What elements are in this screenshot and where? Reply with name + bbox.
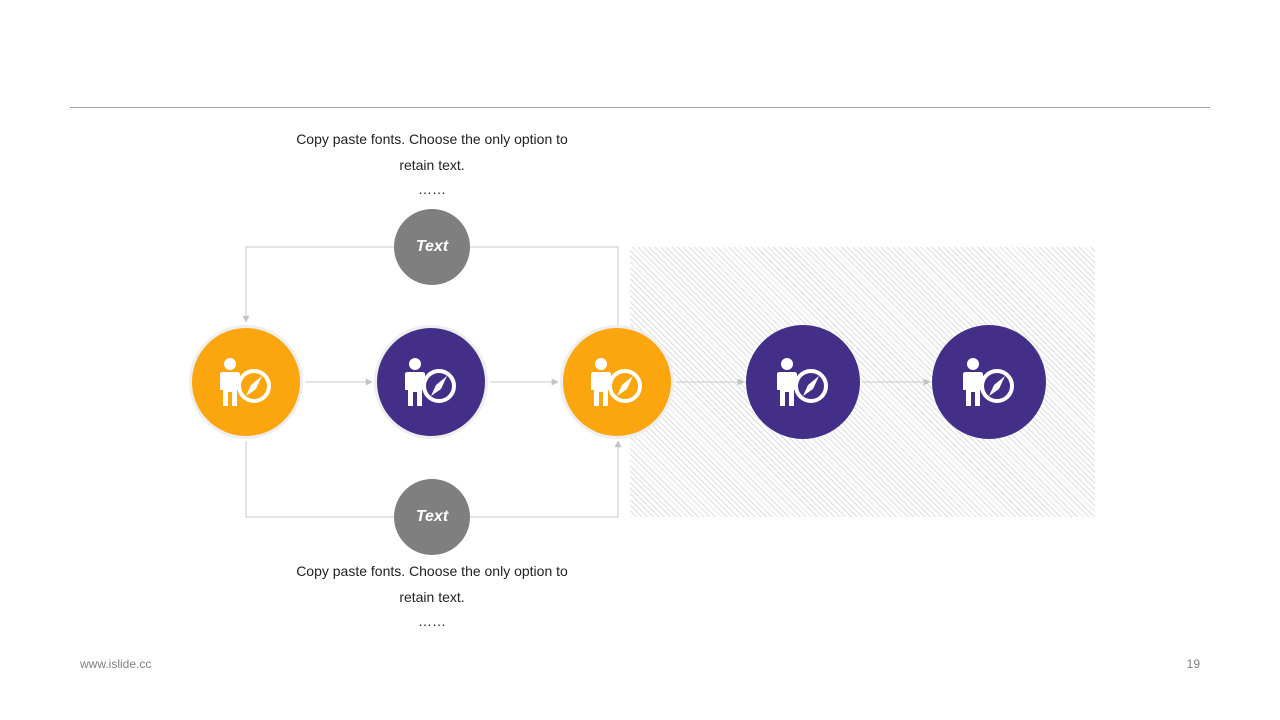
- bottom-caption-line1: Copy paste fonts. Choose the only option…: [296, 563, 568, 579]
- page-number: 19: [1186, 657, 1200, 671]
- top-text-label: Text: [394, 209, 470, 285]
- process-node-1: [189, 325, 303, 439]
- process-node-2: [374, 325, 488, 439]
- footer-website: www.islide.cc: [80, 657, 152, 671]
- process-node-5: [932, 325, 1046, 439]
- top-caption: Copy paste fonts. Choose the only option…: [272, 126, 592, 200]
- top-caption-line1: Copy paste fonts. Choose the only option…: [296, 131, 568, 147]
- businessman-compass-icon: [216, 352, 276, 412]
- businessman-compass-icon: [401, 352, 461, 412]
- bottom-caption-line2: retain text.: [399, 589, 465, 605]
- businessman-compass-icon: [959, 352, 1019, 412]
- bottom-caption-ellipsis: ……: [418, 613, 446, 629]
- process-node-3: [560, 325, 674, 439]
- process-node-4: [746, 325, 860, 439]
- bottom-caption: Copy paste fonts. Choose the only option…: [272, 558, 592, 632]
- top-caption-ellipsis: ……: [418, 181, 446, 197]
- top-caption-line2: retain text.: [399, 157, 465, 173]
- businessman-compass-icon: [587, 352, 647, 412]
- businessman-compass-icon: [773, 352, 833, 412]
- bottom-text-label: Text: [394, 479, 470, 555]
